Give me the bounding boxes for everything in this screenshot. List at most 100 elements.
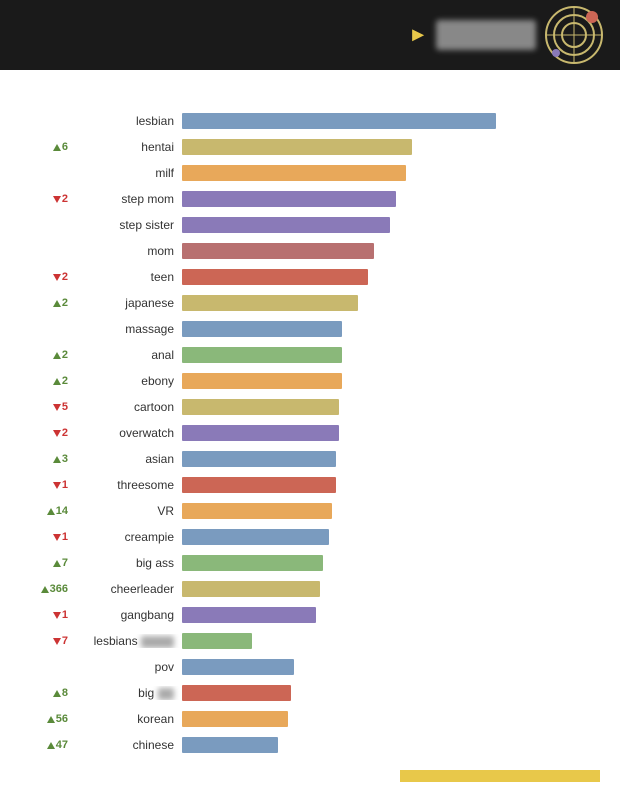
- rank-change-13: 3: [24, 453, 72, 465]
- triangle-down-icon: [53, 274, 61, 281]
- rank-change-22: 8: [24, 687, 72, 699]
- bar-row-24: [182, 734, 600, 756]
- rank-number: 47: [56, 739, 68, 751]
- bar-18: [182, 581, 320, 597]
- bar-row-23: [182, 708, 600, 730]
- bar-10: [182, 373, 342, 389]
- rank-change-23: 56: [24, 713, 72, 725]
- chart-row-7: 2japanese: [24, 292, 182, 314]
- bar-22: [182, 685, 291, 701]
- chart-row-18: 366cheerleader: [24, 578, 182, 600]
- bar-6: [182, 269, 368, 285]
- rank-change-9: 2: [24, 349, 72, 361]
- bars-column: [182, 110, 600, 760]
- triangle-up-icon: [41, 586, 49, 593]
- rank-number: 2: [62, 271, 68, 283]
- chart-row-17: 7 big ass: [24, 552, 182, 574]
- triangle-up-icon: [53, 144, 61, 151]
- rank-change-12: 2: [24, 427, 72, 439]
- term-label-24: chinese: [72, 738, 182, 752]
- triangle-up-icon: [53, 300, 61, 307]
- rank-number: 2: [62, 297, 68, 309]
- term-label-17: big ass: [72, 556, 182, 570]
- rank-number: 7: [62, 635, 68, 647]
- bar-13: [182, 451, 336, 467]
- chart-row-2: milf: [24, 162, 182, 184]
- rank-number: 2: [62, 375, 68, 387]
- term-label-1: hentai: [72, 140, 182, 154]
- bar-8: [182, 321, 342, 337]
- triangle-up-icon: [47, 742, 55, 749]
- triangle-up-icon: [53, 456, 61, 463]
- footer-accent: [20, 770, 600, 782]
- rank-change-11: 5: [24, 401, 72, 413]
- bar-row-8: [182, 318, 600, 340]
- triangle-up-icon: [53, 352, 61, 359]
- rank-number: 1: [62, 531, 68, 543]
- bar-row-21: [182, 656, 600, 678]
- bar-17: [182, 555, 323, 571]
- term-label-23: korean: [72, 712, 182, 726]
- term-label-0: lesbian: [72, 114, 182, 128]
- bar-15: [182, 503, 332, 519]
- triangle-up-icon: [47, 508, 55, 515]
- chart-row-4: step sister: [24, 214, 182, 236]
- rank-number: 8: [62, 687, 68, 699]
- rank-number: 2: [62, 427, 68, 439]
- rank-number: 7: [62, 557, 68, 569]
- chart-row-6: 2teen: [24, 266, 182, 288]
- rank-change-16: 1: [24, 531, 72, 543]
- chart-row-15: 14VR: [24, 500, 182, 522]
- term-label-22: big xxx: [72, 686, 182, 700]
- bar-row-9: [182, 344, 600, 366]
- chart-row-20: 7lesbians xxxxxx: [24, 630, 182, 652]
- bar-row-14: [182, 474, 600, 496]
- bar-3: [182, 191, 396, 207]
- triangle-up-icon: [53, 560, 61, 567]
- term-label-9: anal: [72, 348, 182, 362]
- bar-row-12: [182, 422, 600, 444]
- rank-change-10: 2: [24, 375, 72, 387]
- header-blurred-logo: [436, 20, 536, 50]
- term-label-21: pov: [72, 660, 182, 674]
- term-label-4: step sister: [72, 218, 182, 232]
- term-label-11: cartoon: [72, 400, 182, 414]
- bar-23: [182, 711, 288, 727]
- header-right: ►: [408, 5, 604, 65]
- chart-row-12: 2 overwatch: [24, 422, 182, 444]
- triangle-down-icon: [53, 638, 61, 645]
- term-label-15: VR: [72, 504, 182, 518]
- bar-row-6: [182, 266, 600, 288]
- rank-change-15: 14: [24, 505, 72, 517]
- rank-number: 3: [62, 453, 68, 465]
- chart-row-13: 3asian: [24, 448, 182, 470]
- term-label-19: gangbang: [72, 608, 182, 622]
- bar-5: [182, 243, 374, 259]
- term-label-18: cheerleader: [72, 582, 182, 596]
- bar-7: [182, 295, 358, 311]
- triangle-up-icon: [53, 690, 61, 697]
- rank-change-14: 1: [24, 479, 72, 491]
- chart-row-9: 2anal: [24, 344, 182, 366]
- term-label-10: ebony: [72, 374, 182, 388]
- bar-16: [182, 529, 329, 545]
- term-label-8: massage: [72, 322, 182, 336]
- triangle-down-icon: [53, 534, 61, 541]
- chart-row-21: pov: [24, 656, 182, 678]
- bar-row-15: [182, 500, 600, 522]
- arrow-icon: ►: [408, 24, 428, 47]
- bar-12: [182, 425, 339, 441]
- rank-change-18: 366: [24, 583, 72, 595]
- rank-number: 2: [62, 193, 68, 205]
- bar-24: [182, 737, 278, 753]
- bar-row-3: [182, 188, 600, 210]
- chart-row-22: 8 big xxx: [24, 682, 182, 704]
- rank-number: 56: [56, 713, 68, 725]
- triangle-up-icon: [47, 716, 55, 723]
- triangle-down-icon: [53, 196, 61, 203]
- left-column: lesbian6hentaimilf2step momstep sistermo…: [24, 110, 182, 760]
- bar-row-10: [182, 370, 600, 392]
- main-content: lesbian6hentaimilf2step momstep sistermo…: [0, 70, 620, 792]
- bar-1: [182, 139, 412, 155]
- term-label-12: overwatch: [72, 426, 182, 440]
